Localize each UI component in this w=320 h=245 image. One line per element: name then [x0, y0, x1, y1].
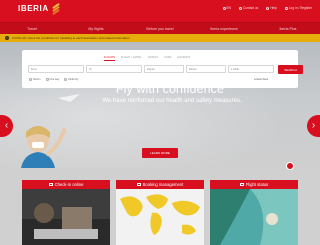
contact-link[interactable]: Contact us — [238, 6, 258, 10]
iberia-logo[interactable]: IBERIA — [18, 2, 61, 16]
top-header: IBERIA EN Contact us Help Log in / Regis… — [0, 0, 320, 22]
child-photo — [21, 126, 66, 168]
lowest-fares-link[interactable]: Lowest fares — [254, 78, 268, 81]
passengers-select[interactable]: 1 Adult — [228, 65, 274, 73]
nav-item-travel[interactable]: Travel — [0, 27, 64, 31]
card-flight-status[interactable]: Flight status — [210, 180, 298, 245]
tab-holidays[interactable]: HOLIDAYS — [177, 56, 190, 61]
learn-more-button[interactable]: LEARN MORE — [142, 148, 178, 158]
main-nav: Travel My flights Before you travel Iber… — [0, 22, 320, 34]
chat-icon — [238, 6, 242, 10]
card-label-flight-status: Flight status — [210, 180, 298, 189]
radio-icon — [29, 78, 32, 81]
nav-item-my-flights[interactable]: My flights — [64, 27, 128, 31]
warning-icon: ! — [5, 36, 9, 40]
trip-option-multi-city[interactable]: Multi-city — [64, 78, 78, 81]
check-in-image — [22, 189, 110, 245]
chevron-right-icon: › — [311, 120, 316, 131]
chevron-left-icon: ‹ — [4, 120, 9, 131]
tab-cars[interactable]: CARS — [164, 56, 171, 61]
trip-type-options: Return One way Multi-city — [29, 78, 78, 81]
world-map-image — [116, 189, 204, 245]
top-links: EN Contact us Help Log in / Register — [222, 6, 312, 10]
login-link[interactable]: Log in / Register — [284, 6, 312, 10]
card-check-in[interactable]: Check-in online — [22, 180, 110, 245]
help-link[interactable]: Help — [266, 6, 277, 10]
radio-icon — [64, 78, 68, 81]
nav-item-iberia-plus[interactable]: Iberia Plus — [256, 27, 320, 31]
chat-bubble-icon[interactable] — [286, 162, 294, 170]
nav-item-iberia-experience[interactable]: Iberia experience — [192, 27, 256, 31]
plane-icon — [239, 183, 244, 186]
trip-option-one-way[interactable]: One way — [45, 78, 59, 81]
destination-field[interactable]: To — [86, 65, 142, 73]
trip-option-return[interactable]: Return — [29, 78, 41, 81]
language-link[interactable]: EN — [222, 6, 231, 10]
tab-flights[interactable]: FLIGHTS — [104, 56, 115, 61]
user-icon — [284, 6, 288, 10]
logo-mark-icon — [51, 2, 61, 16]
aerial-beach-image — [210, 189, 298, 245]
alert-text: COVID-19: check the conditions for trave… — [12, 36, 130, 40]
tab-hotels[interactable]: HOTELS — [148, 56, 158, 61]
logo-text: IBERIA — [18, 4, 49, 13]
globe-icon — [222, 6, 226, 10]
card-label-check-in: Check-in online — [22, 180, 110, 189]
covid-alert-banner[interactable]: ! COVID-19: check the conditions for tra… — [0, 34, 320, 42]
help-icon — [266, 6, 270, 10]
card-label-booking: Booking management — [116, 180, 204, 189]
screen-icon — [48, 183, 53, 186]
search-tabs: FLIGHTS FLIGHT + HOTEL HOTELS CARS HOLID… — [104, 56, 190, 61]
depart-date-field[interactable]: Depart — [144, 65, 184, 73]
search-button[interactable]: SEARCH — [278, 65, 303, 74]
tab-flight-hotel[interactable]: FLIGHT + HOTEL — [121, 56, 142, 61]
return-date-field[interactable]: Return — [186, 65, 226, 73]
nav-item-before-you-travel[interactable]: Before you travel — [128, 27, 192, 31]
card-booking-management[interactable]: Booking management — [116, 180, 204, 245]
hero-subline: We have reinforced our health and safety… — [102, 98, 242, 104]
hero-headline: Fly with confidence — [115, 82, 225, 96]
radio-icon — [45, 78, 49, 81]
origin-field[interactable]: From — [28, 65, 84, 73]
briefcase-icon — [136, 183, 141, 186]
